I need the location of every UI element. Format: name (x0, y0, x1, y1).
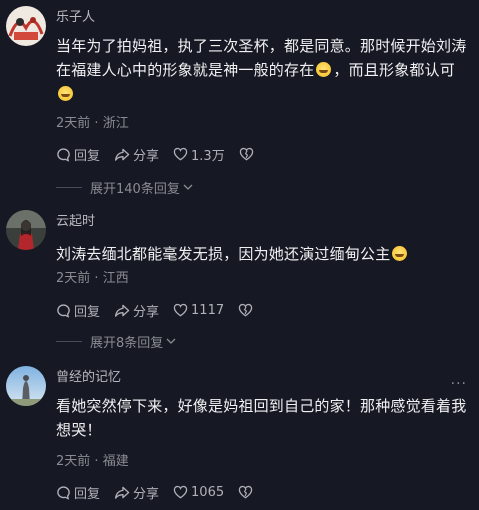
grinning-emoji-icon (58, 86, 73, 101)
broken-heart-icon (238, 485, 253, 499)
comment-item: 云起时 刘涛去缅北都能毫发无损，因为她还演过缅甸公主 2天前 · 江西 回复 分… (0, 200, 479, 360)
share-label: 分享 (133, 486, 160, 502)
comment-actions: 回复 分享 1.3万 (56, 144, 271, 164)
comment-time: 2天前 (56, 454, 91, 469)
comment-text: 看她突然停下来，好像是妈祖回到自己的家！那种感觉看着我想哭！ (56, 394, 468, 442)
comment-item: 乐子人 当年为了拍妈祖，执了三次圣杯，都是同意。那时候开始刘涛在福建人心中的形象… (0, 0, 479, 200)
comment-text-part: 看她突然停下来，好像是妈祖回到自己的家！那种感觉看着我想哭！ (56, 397, 467, 439)
comment-item: 曾经的记忆 ··· 看她突然停下来，好像是妈祖回到自己的家！那种感觉看着我想哭！… (0, 360, 479, 510)
avatar[interactable] (6, 6, 46, 46)
like-button[interactable]: 1065 (173, 485, 224, 500)
heart-icon (173, 303, 188, 317)
comment-meta: 2天前 · 福建 (56, 454, 129, 470)
comment-meta: 2天前 · 江西 (56, 271, 129, 287)
expand-replies[interactable]: 展开8条回复 (56, 332, 176, 351)
share-label: 分享 (133, 148, 160, 164)
expand-replies-label: 展开8条回复 (90, 335, 164, 351)
reply-button[interactable]: 回复 (56, 145, 100, 164)
chevron-down-icon (183, 184, 193, 190)
comment-time: 2天前 (56, 116, 91, 131)
share-icon (114, 486, 130, 499)
comment-actions: 回复 分享 1117 (56, 300, 270, 320)
username[interactable]: 云起时 (56, 214, 95, 230)
comment-location: 浙江 (102, 116, 129, 131)
like-button[interactable]: 1117 (173, 303, 224, 318)
reply-label: 回复 (74, 148, 101, 164)
username[interactable]: 乐子人 (56, 10, 95, 26)
dislike-button[interactable] (238, 303, 256, 317)
chevron-down-icon (166, 338, 176, 344)
meta-separator: · (94, 454, 99, 469)
comment-location: 江西 (102, 271, 129, 286)
reply-label: 回复 (74, 486, 101, 502)
comment-text-part: ，而且形象都认可 (333, 61, 456, 79)
comment-icon (57, 303, 70, 318)
laughing-emoji-icon (392, 246, 408, 261)
meta-separator: · (94, 116, 99, 131)
dislike-button[interactable] (238, 485, 256, 499)
meta-separator: · (94, 271, 99, 286)
like-count: 1117 (191, 302, 225, 318)
dislike-button[interactable] (239, 147, 257, 161)
comment-icon (57, 147, 70, 162)
reply-button[interactable]: 回复 (56, 483, 100, 502)
grinning-emoji-icon (316, 62, 332, 77)
like-count: 1065 (191, 484, 225, 500)
divider (56, 340, 82, 342)
expand-replies[interactable]: 展开140条回复 (56, 178, 193, 197)
comment-location: 福建 (102, 454, 129, 469)
expand-replies-label: 展开140条回复 (90, 181, 180, 197)
comment-meta: 2天前 · 浙江 (56, 116, 129, 132)
reply-label: 回复 (74, 304, 101, 320)
avatar[interactable] (6, 366, 46, 406)
share-label: 分享 (133, 304, 160, 320)
share-button[interactable]: 分享 (114, 483, 159, 502)
comment-text-part: 刘涛去缅北都能毫发无损，因为她还演过缅甸公主 (56, 245, 391, 263)
comment-text: 当年为了拍妈祖，执了三次圣杯，都是同意。那时候开始刘涛在福建人心中的形象就是神一… (56, 34, 468, 106)
share-icon (114, 148, 130, 161)
comment-text: 刘涛去缅北都能毫发无损，因为她还演过缅甸公主 (56, 242, 468, 266)
divider (56, 186, 82, 188)
share-icon (114, 304, 130, 317)
broken-heart-icon (238, 303, 253, 317)
like-button[interactable]: 1.3万 (173, 145, 225, 164)
comment-time: 2天前 (56, 271, 91, 286)
comment-icon (57, 485, 70, 500)
avatar[interactable] (6, 210, 46, 250)
like-count: 1.3万 (191, 148, 225, 164)
share-button[interactable]: 分享 (114, 301, 159, 320)
share-button[interactable]: 分享 (114, 145, 159, 164)
username[interactable]: 曾经的记忆 (56, 370, 121, 386)
broken-heart-icon (239, 147, 253, 161)
heart-icon (173, 485, 188, 499)
more-options-button[interactable]: ··· (451, 376, 467, 392)
comment-actions: 回复 分享 1065 (56, 482, 270, 502)
reply-button[interactable]: 回复 (56, 301, 100, 320)
heart-icon (173, 147, 188, 161)
